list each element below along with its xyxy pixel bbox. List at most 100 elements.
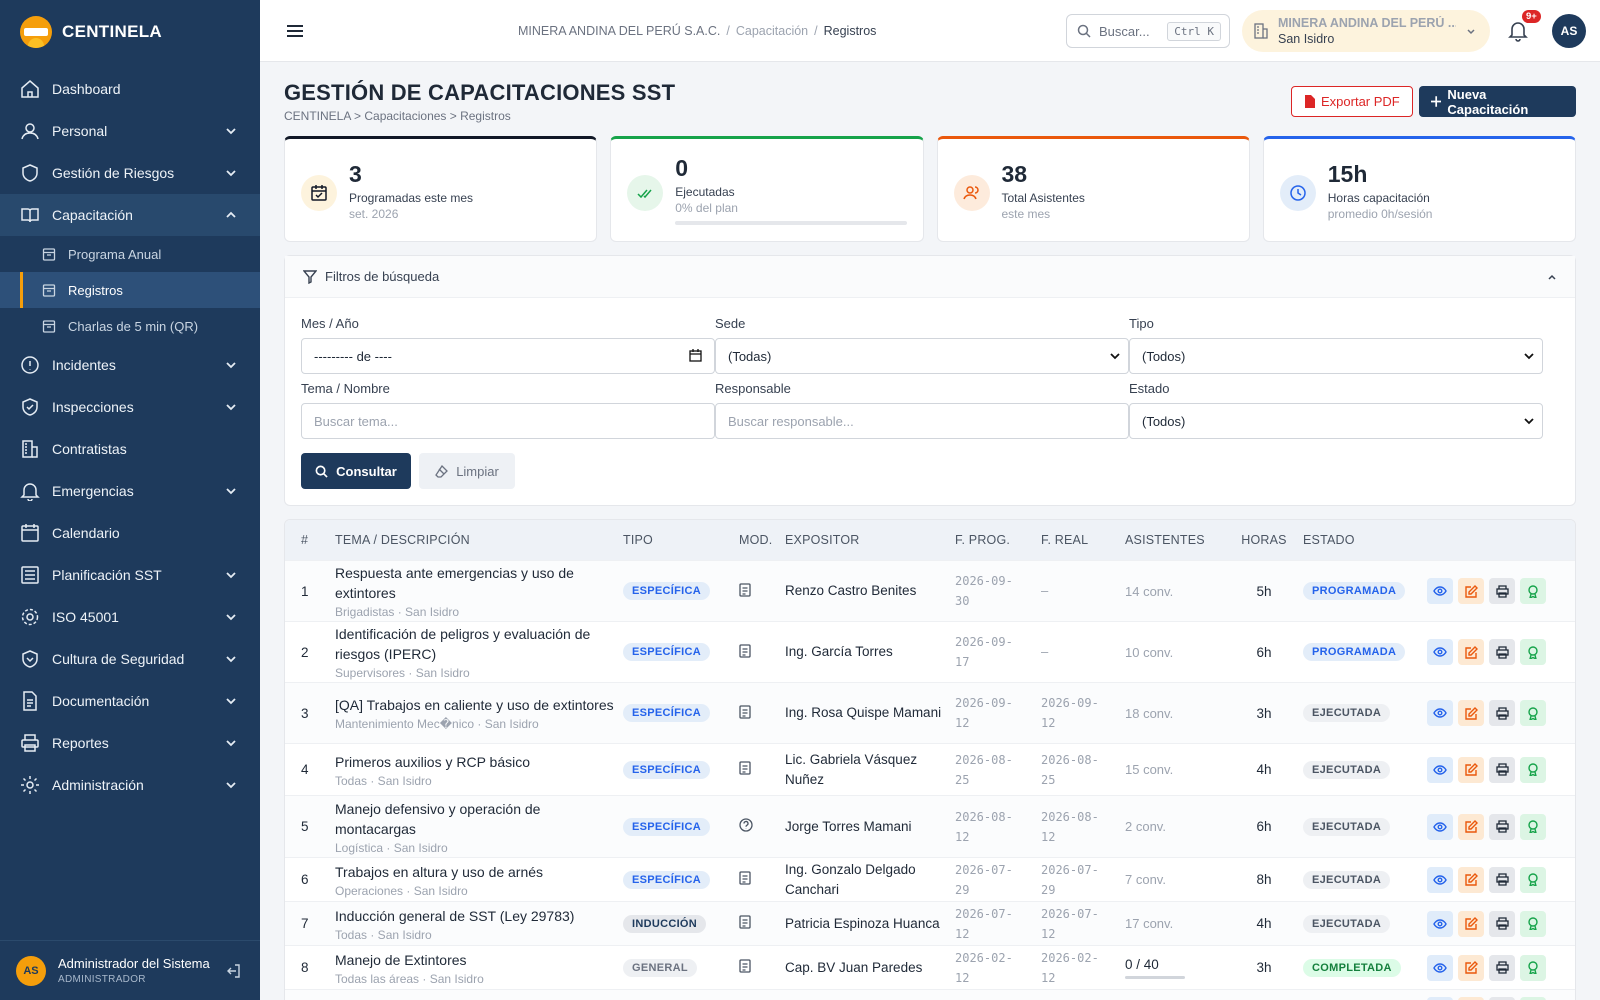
table-row[interactable]: 5 Manejo defensivo y operación de montac… [285, 795, 1575, 857]
certificate-button[interactable] [1520, 866, 1546, 893]
certificate-button[interactable] [1520, 700, 1546, 726]
view-button[interactable] [1427, 700, 1453, 726]
print-button[interactable] [1489, 578, 1515, 604]
user-avatar[interactable]: AS [16, 955, 46, 986]
edit-button[interactable] [1458, 910, 1484, 937]
print-button[interactable] [1489, 866, 1515, 893]
question-circle-icon [739, 818, 753, 832]
gear-icon [21, 608, 39, 626]
chevron-up-icon[interactable] [1547, 272, 1557, 282]
row-expositor: Ing. Gonzalo Delgado Canchari [785, 861, 916, 897]
certificate-button[interactable] [1520, 756, 1546, 783]
limpiar-button[interactable]: Limpiar [419, 453, 515, 489]
table-row[interactable]: 1 Respuesta ante emergencias y uso de ex… [285, 560, 1575, 621]
edit-button[interactable] [1458, 866, 1484, 893]
table-row[interactable]: 8 Manejo de Extintores Todas las áreas · … [285, 945, 1575, 989]
view-button[interactable] [1427, 996, 1453, 1000]
row-title[interactable]: Primeros auxilios y RCP básico [335, 752, 615, 772]
print-button[interactable] [1489, 813, 1515, 840]
edit-button[interactable] [1458, 578, 1484, 604]
print-button[interactable] [1489, 996, 1515, 1000]
sede-select[interactable]: (Todas) [715, 338, 1129, 374]
print-button[interactable] [1489, 756, 1515, 783]
table-row[interactable]: 6 Trabajos en altura y uso de arnés Opera… [285, 857, 1575, 901]
edit-button[interactable] [1458, 954, 1484, 981]
view-button[interactable] [1427, 954, 1453, 981]
print-button[interactable] [1489, 954, 1515, 981]
view-button[interactable] [1427, 578, 1453, 604]
table-row[interactable]: 7 Inducción general de SST (Ley 29783) To… [285, 901, 1575, 945]
print-button[interactable] [1489, 639, 1515, 665]
estado-select[interactable]: (Todos) [1129, 403, 1543, 439]
breadcrumb-capacitacion[interactable]: Capacitación [736, 24, 808, 38]
certificate-button[interactable] [1520, 639, 1546, 665]
table-row[interactable]: 3 [QA] Trabajos en caliente y uso de ext… [285, 682, 1575, 743]
sidebar-item-incidentes[interactable]: Incidentes [0, 344, 260, 386]
stat-label: Ejecutadas [675, 185, 735, 199]
print-button[interactable] [1489, 910, 1515, 937]
edit-button[interactable] [1458, 639, 1484, 665]
consultar-button[interactable]: Consultar [301, 453, 411, 489]
edit-button[interactable] [1458, 700, 1484, 726]
export-pdf-button[interactable]: Exportar PDF [1291, 86, 1413, 117]
sidebar-item-cultura-de-seguridad[interactable]: Cultura de Seguridad [0, 638, 260, 680]
sidebar-item-calendario[interactable]: Calendario [0, 512, 260, 554]
sidebar-subitem-registros[interactable]: Registros [0, 272, 260, 308]
view-button[interactable] [1427, 866, 1453, 893]
certificate-button[interactable] [1520, 578, 1546, 604]
filters-header[interactable]: Filtros de búsqueda [285, 256, 1575, 298]
edit-button[interactable] [1458, 813, 1484, 840]
sidebar-item-contratistas[interactable]: Contratistas [0, 428, 260, 470]
notifications-bell-icon[interactable] [1508, 20, 1528, 42]
view-button[interactable] [1427, 813, 1453, 840]
status-badge: EJECUTADA [1303, 760, 1391, 779]
row-title[interactable]: Manejo de Extintores [335, 950, 615, 970]
sidebar-subitem-charlas[interactable]: Charlas de 5 min (QR) [0, 308, 260, 344]
view-button[interactable] [1427, 756, 1453, 783]
sidebar-item-reportes[interactable]: Reportes [0, 722, 260, 764]
sidebar-item-inspecciones[interactable]: Inspecciones [0, 386, 260, 428]
new-capacitacion-button[interactable]: Nueva Capacitación [1419, 86, 1576, 117]
row-title[interactable]: [QA] Trabajos en caliente y uso de extin… [335, 695, 615, 715]
sidebar-item-iso-45001[interactable]: ISO 45001 [0, 596, 260, 638]
tipo-select[interactable]: (Todos) [1129, 338, 1543, 374]
sidebar-item-emergencias[interactable]: Emergencias [0, 470, 260, 512]
row-title[interactable]: Trabajos en altura y uso de arnés [335, 862, 615, 882]
sidebar-item-gestion-de-riesgos[interactable]: Gestión de Riesgos [0, 152, 260, 194]
certificate-button[interactable] [1520, 910, 1546, 937]
sidebar-item-capacitacion[interactable]: Capacitación [0, 194, 260, 236]
calendar-icon[interactable] [689, 349, 702, 362]
table-row[interactable]: 4 Primeros auxilios y RCP básico Todas · … [285, 743, 1575, 795]
mes-ano-input[interactable]: --------- de ---- [301, 338, 715, 374]
brand[interactable]: CENTINELA [0, 0, 260, 64]
certificate-button[interactable] [1520, 996, 1546, 1000]
tema-input[interactable]: Buscar tema... [301, 403, 715, 439]
org-selector[interactable]: MINERA ANDINA DEL PERÚ ... San Isidro [1242, 10, 1490, 52]
edit-button[interactable] [1458, 756, 1484, 783]
row-title[interactable]: Inducción general de SST (Ley 29783) [335, 906, 615, 926]
row-title[interactable]: Identificación de peligros y evaluación … [335, 624, 615, 664]
view-button[interactable] [1427, 910, 1453, 937]
view-button[interactable] [1427, 639, 1453, 665]
logout-icon[interactable] [226, 963, 242, 979]
certificate-button[interactable] [1520, 954, 1546, 981]
global-search[interactable]: Buscar... Ctrl K [1066, 14, 1230, 48]
table-row[interactable]: 2 Identificación de peligros y evaluació… [285, 621, 1575, 682]
sidebar-item-documentacion[interactable]: Documentación [0, 680, 260, 722]
row-title[interactable]: Respuesta ante emergencias y uso de exti… [335, 563, 615, 603]
sidebar-item-personal[interactable]: Personal [0, 110, 260, 152]
responsable-input[interactable]: Buscar responsable... [715, 403, 1129, 439]
certificate-button[interactable] [1520, 813, 1546, 840]
breadcrumb-company[interactable]: MINERA ANDINA DEL PERÚ S.A.C. [518, 24, 720, 38]
top-avatar[interactable]: AS [1552, 14, 1586, 48]
table-row[interactable]: 9 Trabajos en Altura — Uso de Arnés 2026… [285, 989, 1575, 1000]
sidebar-subitem-programa-anual[interactable]: Programa Anual [0, 236, 260, 272]
sidebar-item-administracion[interactable]: Administración [0, 764, 260, 806]
breadcrumb: MINERA ANDINA DEL PERÚ S.A.C. / Capacitaci… [518, 24, 877, 38]
sidebar-item-planificacion-sst[interactable]: Planificación SST [0, 554, 260, 596]
edit-button[interactable] [1458, 996, 1484, 1000]
sidebar-item-dashboard[interactable]: Dashboard [0, 68, 260, 110]
menu-icon[interactable] [286, 23, 304, 39]
print-button[interactable] [1489, 700, 1515, 726]
row-title[interactable]: Manejo defensivo y operación de montacar… [335, 799, 615, 839]
